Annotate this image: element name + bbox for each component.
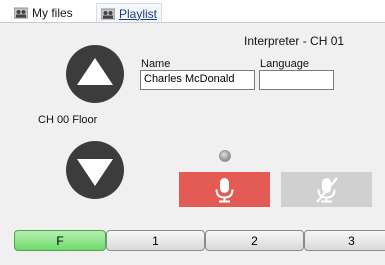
tab-my-files[interactable]: My files (13, 4, 73, 22)
status-led-indicator (219, 150, 231, 162)
tab-playlist[interactable]: Playlist (96, 3, 163, 23)
microphone-mute-button[interactable] (281, 172, 372, 207)
group-icon (13, 7, 29, 19)
tab-my-files-label: My files (32, 6, 73, 20)
tab-playlist-label: Playlist (119, 6, 158, 21)
panel-title: Interpreter - CH 01 (244, 34, 345, 48)
name-label: Name (141, 58, 171, 70)
language-field[interactable] (259, 70, 334, 90)
language-label: Language (260, 58, 309, 70)
channel-2-button[interactable]: 2 (205, 230, 304, 251)
interpreter-window: My files Playlist Interpreter - CH 01 CH… (0, 0, 385, 265)
microphone-icon (215, 178, 234, 203)
channel-selector: F 1 2 3 (14, 230, 385, 252)
channel-3-button[interactable]: 3 (304, 230, 385, 251)
microphone-on-button[interactable] (179, 172, 270, 207)
group-icon (100, 8, 116, 20)
channel-up-button[interactable] (66, 45, 124, 103)
channel-floor-label: CH 00 Floor (38, 114, 98, 126)
microphone-muted-icon (316, 177, 338, 203)
name-field[interactable]: Charles McDonald (140, 70, 255, 90)
interpreter-panel (0, 22, 385, 265)
channel-down-button[interactable] (66, 141, 124, 199)
channel-1-button[interactable]: 1 (106, 230, 205, 251)
triangle-down-icon (77, 159, 113, 186)
triangle-up-icon (77, 58, 113, 85)
channel-floor-button[interactable]: F (14, 230, 106, 251)
tab-bar: My files Playlist (0, 0, 385, 23)
